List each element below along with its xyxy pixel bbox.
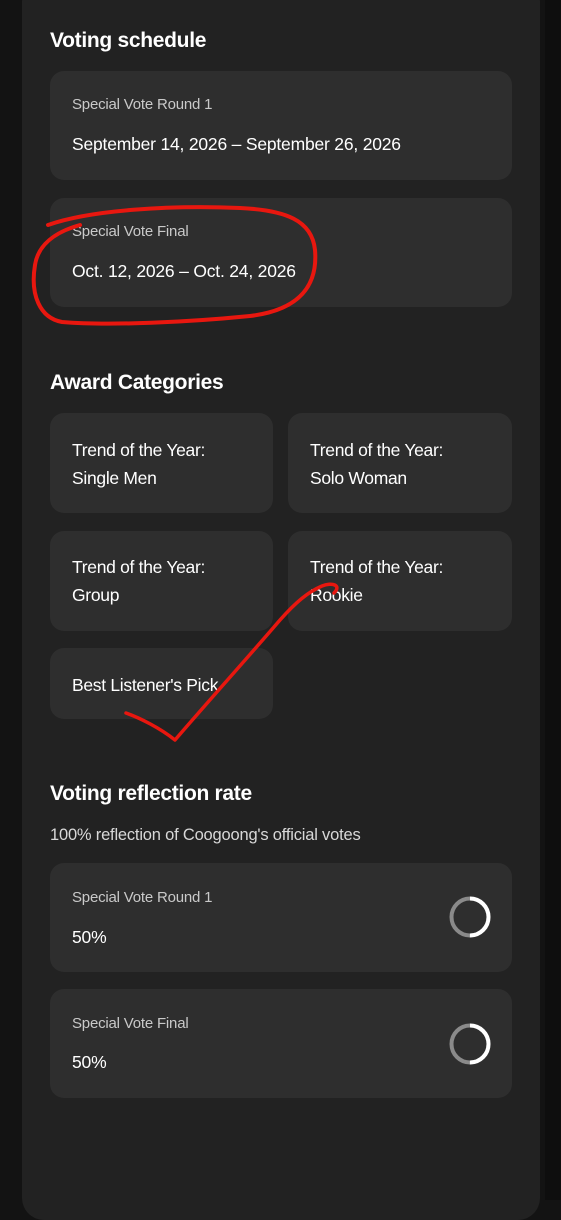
- schedule-card-dates: September 14, 2026 – September 26, 2026: [72, 134, 401, 154]
- category-line2: Rookie: [310, 585, 363, 605]
- reflection-card-final: Special Vote Final 50%: [50, 989, 512, 1098]
- category-line2: Single Men: [72, 468, 157, 488]
- category-card-single-men[interactable]: Trend of the Year: Single Men: [50, 413, 273, 513]
- category-line1: Best Listener's Pick: [72, 675, 219, 695]
- reflection-card-label: Special Vote Final: [72, 1015, 189, 1032]
- schedule-card-label: Special Vote Final: [72, 223, 189, 240]
- category-line1: Trend of the Year:: [310, 440, 444, 460]
- award-categories-title: Award Categories: [50, 371, 224, 394]
- reflection-rate-title: Voting reflection rate: [50, 782, 252, 805]
- reflection-card-round1: Special Vote Round 1 50%: [50, 863, 512, 972]
- progress-ring-icon: [449, 1023, 491, 1065]
- schedule-card-label: Special Vote Round 1: [72, 96, 213, 113]
- category-line2: Solo Woman: [310, 468, 407, 488]
- category-card-solo-woman[interactable]: Trend of the Year: Solo Woman: [288, 413, 512, 513]
- schedule-card-round1: Special Vote Round 1 September 14, 2026 …: [50, 71, 512, 180]
- schedule-card-dates: Oct. 12, 2026 – Oct. 24, 2026: [72, 261, 296, 281]
- voting-schedule-title: Voting schedule: [50, 29, 207, 52]
- progress-ring-icon: [449, 896, 491, 938]
- category-card-best-listeners-pick[interactable]: Best Listener's Pick: [50, 648, 273, 719]
- schedule-card-final: Special Vote Final Oct. 12, 2026 – Oct. …: [50, 198, 512, 307]
- category-line2: Group: [72, 585, 120, 605]
- category-line1: Trend of the Year:: [310, 557, 444, 577]
- reflection-card-value: 50%: [72, 927, 107, 947]
- reflection-rate-subtitle: 100% reflection of Coogoong's official v…: [50, 826, 361, 844]
- reflection-card-value: 50%: [72, 1052, 107, 1072]
- category-line1: Trend of the Year:: [72, 557, 206, 577]
- category-card-group[interactable]: Trend of the Year: Group: [50, 531, 273, 631]
- reflection-card-label: Special Vote Round 1: [72, 889, 213, 906]
- category-card-rookie[interactable]: Trend of the Year: Rookie: [288, 531, 512, 631]
- screen-edge: [545, 0, 561, 1200]
- category-line1: Trend of the Year:: [72, 440, 206, 460]
